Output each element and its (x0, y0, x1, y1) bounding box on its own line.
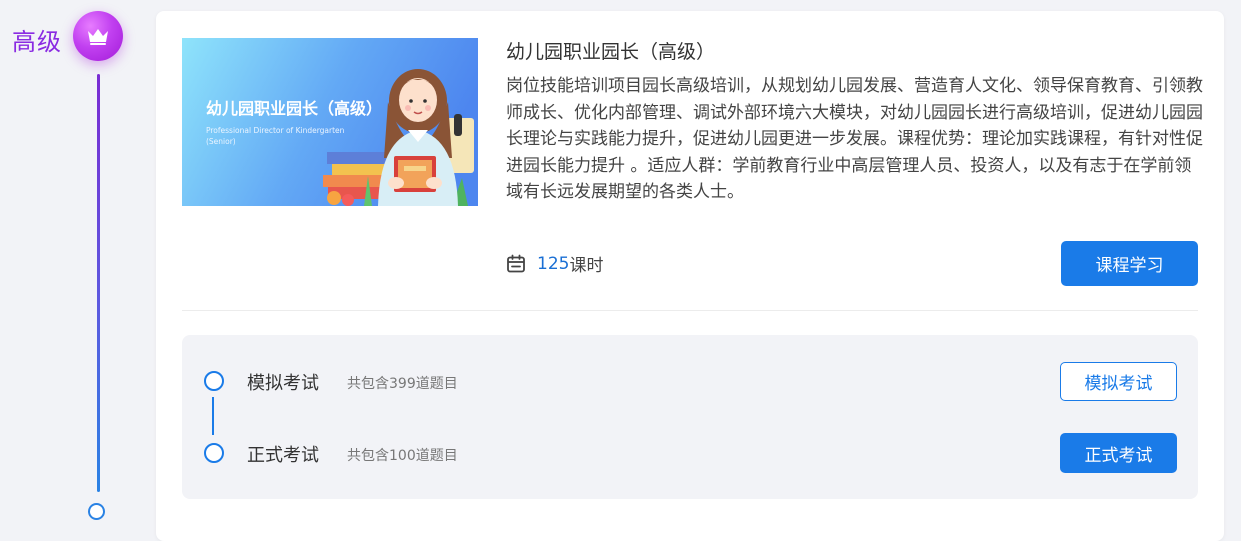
exam-timeline-dot-mock (204, 371, 224, 391)
course-thumbnail[interactable]: 幼儿园职业园长（高级） Professional Director of Kin… (182, 38, 478, 206)
timeline-end-node (88, 503, 105, 520)
mock-exam-name: 模拟考试 (247, 373, 319, 394)
exam-timeline-dot-formal (204, 443, 224, 463)
hours-unit: 课时 (569, 256, 604, 276)
level-badge (73, 11, 123, 61)
course-description: 岗位技能培训项目园长高级培训，从规划幼儿园发展、营造育人文化、领导保育教育、引领… (506, 76, 1203, 202)
thumbnail-title: 幼儿园职业园长（高级） (206, 99, 382, 118)
course-study-button[interactable]: 课程学习 (1061, 241, 1198, 286)
mock-exam-count: 共包含399道题目 (347, 376, 458, 392)
calendar-icon (506, 254, 526, 274)
thumbnail-subtitle-line2: (Senior) (206, 137, 236, 146)
level-label: 高级 (12, 28, 62, 56)
course-thumbnail-image: 幼儿园职业园长（高级） Professional Director of Kin… (182, 38, 478, 206)
course-hours: 125 课时 (506, 251, 603, 276)
thumbnail-subtitle-line1: Professional Director of Kindergarten (206, 126, 345, 135)
exam-timeline-connector (212, 397, 214, 435)
mock-exam-button[interactable]: 模拟考试 (1060, 362, 1177, 401)
course-title[interactable]: 幼儿园职业园长（高级） (506, 37, 715, 64)
course-card: 幼儿园职业园长（高级） Professional Director of Kin… (156, 11, 1224, 541)
formal-exam-button[interactable]: 正式考试 (1060, 433, 1177, 473)
timeline-line (97, 74, 100, 492)
crown-icon (88, 29, 108, 45)
exam-panel: 模拟考试 共包含399道题目 模拟考试 正式考试 共包含100道题目 正式考试 (182, 335, 1198, 499)
card-divider (182, 310, 1198, 311)
formal-exam-count: 共包含100道题目 (347, 448, 458, 464)
hours-value: 125 (537, 253, 570, 274)
formal-exam-name: 正式考试 (247, 445, 319, 466)
